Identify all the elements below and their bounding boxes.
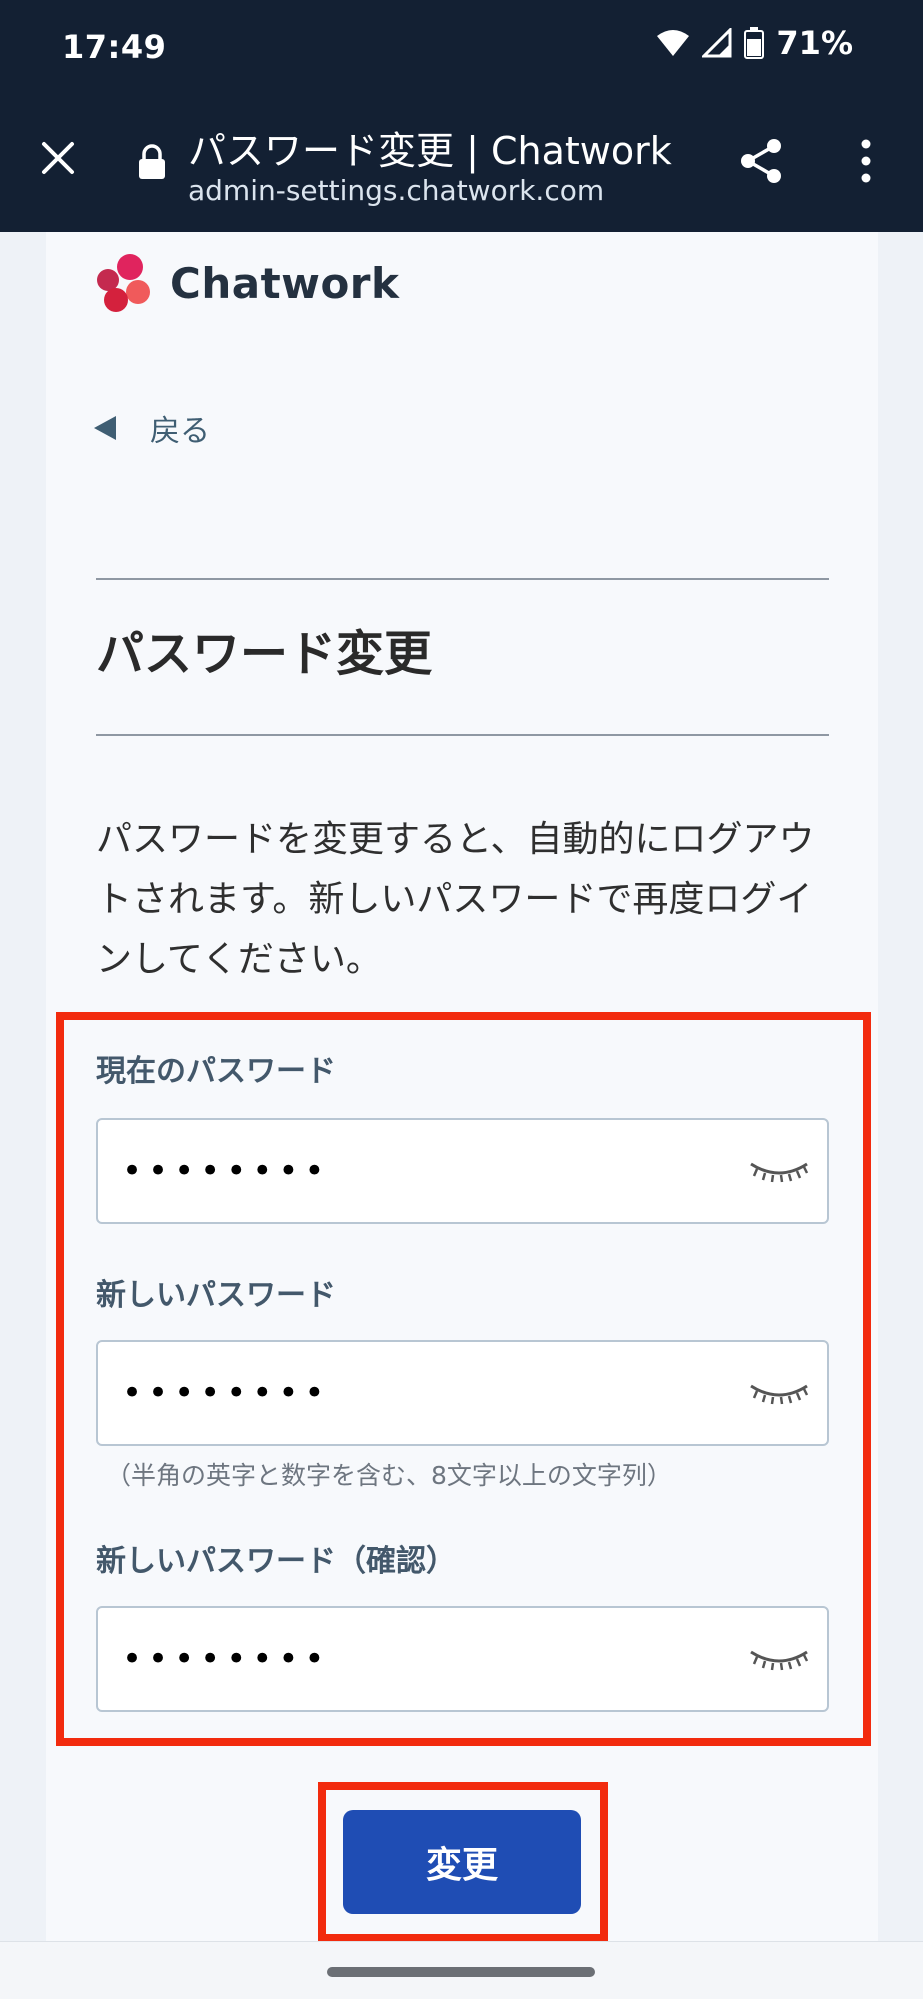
signal-icon bbox=[702, 28, 732, 58]
new-password-field[interactable] bbox=[96, 1340, 829, 1446]
more-vertical-icon[interactable] bbox=[856, 136, 876, 186]
back-label: 戻る bbox=[150, 414, 210, 449]
share-icon[interactable] bbox=[736, 136, 786, 186]
brand-name: Chatwork bbox=[170, 258, 400, 308]
new-password-hint: （半角の英字と数字を含む、8文字以上の文字列） bbox=[106, 1461, 672, 1490]
browser-chrome: 17:49 71% パスワード変更 | Chatwork admin-setti… bbox=[0, 0, 923, 232]
wifi-icon bbox=[657, 30, 690, 56]
submit-change-button[interactable]: 変更 bbox=[343, 1810, 581, 1914]
tab-title: パスワード変更 | Chatwork bbox=[188, 129, 672, 173]
eye-closed-icon[interactable] bbox=[749, 1382, 809, 1406]
status-icons: 71% bbox=[656, 24, 853, 62]
page-description: パスワードを変更すると、自動的にログアウトされます。新しいパスワードで再度ログイ… bbox=[96, 819, 815, 980]
eye-closed-icon[interactable] bbox=[749, 1160, 809, 1184]
eye-closed-icon[interactable] bbox=[749, 1648, 809, 1672]
tab-url: admin-settings.chatwork.com bbox=[188, 174, 605, 207]
back-link[interactable]: 戻る bbox=[94, 406, 210, 450]
close-icon[interactable] bbox=[38, 138, 78, 178]
brand-logo[interactable]: Chatwork bbox=[94, 252, 399, 314]
current-password-label: 現在のパスワード bbox=[96, 1054, 336, 1089]
confirm-password-field[interactable] bbox=[96, 1606, 829, 1712]
new-password-label: 新しいパスワード bbox=[96, 1278, 336, 1313]
battery-percent: 71% bbox=[776, 24, 853, 62]
back-arrow-icon bbox=[94, 416, 116, 440]
confirm-password-label: 新しいパスワード（確認） bbox=[96, 1544, 456, 1579]
divider-bottom bbox=[96, 734, 829, 736]
current-password-input[interactable] bbox=[120, 1146, 680, 1196]
confirm-password-input[interactable] bbox=[120, 1634, 680, 1684]
battery-icon bbox=[744, 27, 765, 59]
status-time: 17:49 bbox=[62, 28, 167, 66]
lock-icon bbox=[139, 144, 165, 179]
new-password-input[interactable] bbox=[120, 1368, 680, 1418]
divider-top bbox=[96, 578, 829, 580]
page-title: パスワード変更 bbox=[96, 626, 433, 682]
chatwork-logo-icon bbox=[97, 254, 150, 312]
home-indicator[interactable] bbox=[327, 1967, 595, 1977]
current-password-field[interactable] bbox=[96, 1118, 829, 1224]
